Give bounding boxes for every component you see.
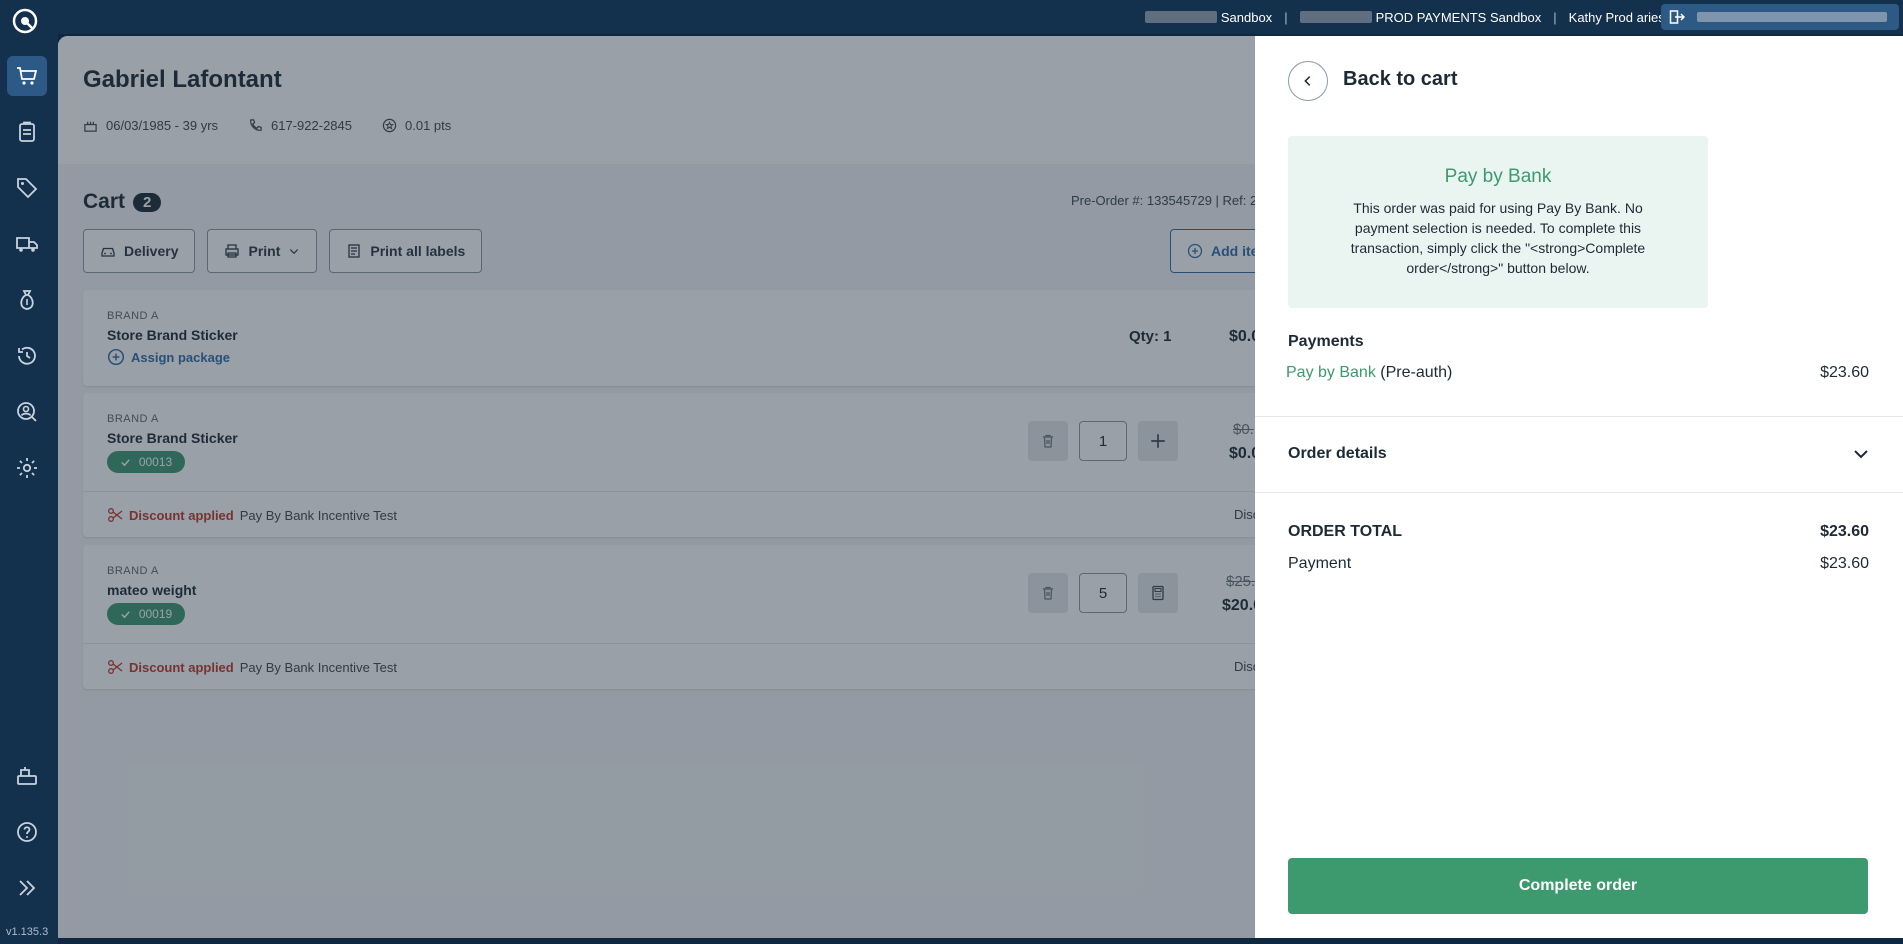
sidebar-item-customers[interactable] <box>7 392 47 432</box>
payment-total-value: $23.60 <box>1820 555 1869 572</box>
gear-icon <box>17 458 37 478</box>
sidebar-item-cart[interactable] <box>7 56 47 96</box>
sidebar-item-delivery[interactable] <box>7 224 47 264</box>
history-icon <box>18 346 36 365</box>
chevron-down-icon[interactable] <box>1851 444 1871 464</box>
sidebar-item-products[interactable] <box>7 168 47 208</box>
pay-by-bank-notice: Pay by Bank This order was paid for usin… <box>1288 136 1708 308</box>
payment-method: Pay by Bank <box>1286 364 1376 381</box>
redacted-text <box>1299 11 1372 23</box>
checkout-panel: Back to cart Pay by Bank This order was … <box>1255 36 1903 938</box>
crumb-separator: | <box>1553 9 1557 25</box>
tags-icon <box>17 178 38 199</box>
payment-method-suffix: (Pre-auth) <box>1380 364 1453 381</box>
order-total-label: ORDER TOTAL <box>1288 523 1403 540</box>
sidebar-nav: v1.135.3 <box>0 34 58 944</box>
sidebar-item-history[interactable] <box>7 336 47 376</box>
sidebar-item-settings[interactable] <box>7 448 47 488</box>
money-bag-icon <box>20 290 34 310</box>
logout-icon <box>1669 10 1685 24</box>
modal-backdrop[interactable] <box>58 36 1255 938</box>
crumb-location[interactable]: Kathy Prod aries 8 <box>1569 10 1676 25</box>
payment-line: Pay by Bank (Pre-auth) <box>1286 364 1452 382</box>
customer-search-icon <box>17 402 37 422</box>
redacted-text <box>1697 12 1887 22</box>
account-button[interactable] <box>1661 4 1899 30</box>
sidebar-item-cash[interactable] <box>7 280 47 320</box>
sidebar-item-orders[interactable] <box>7 112 47 152</box>
top-bar: Sandbox | PROD PAYMENTS Sandbox | Kathy … <box>0 0 1903 34</box>
order-total-value: $23.60 <box>1820 523 1869 540</box>
chevron-left-icon <box>1304 76 1311 86</box>
payments-heading: Payments <box>1288 333 1364 350</box>
redacted-text <box>1144 11 1217 23</box>
pay-by-bank-title: Pay by Bank <box>1444 166 1552 187</box>
crumb-sandbox[interactable]: Sandbox <box>1221 10 1272 25</box>
store-breadcrumb: Sandbox | PROD PAYMENTS Sandbox | Kathy … <box>1144 0 1703 34</box>
payment-total-label: Payment <box>1288 555 1352 572</box>
cash-register-icon <box>17 767 37 785</box>
section-divider <box>1255 416 1903 417</box>
sidebar-expand-button[interactable] <box>7 868 47 908</box>
payment-line-amount: $23.60 <box>1820 364 1869 381</box>
crumb-prod-payments[interactable]: PROD PAYMENTS Sandbox <box>1376 10 1542 25</box>
section-divider <box>1255 492 1903 493</box>
complete-order-button[interactable]: Complete order <box>1288 858 1868 914</box>
order-details-toggle[interactable]: Order details <box>1288 445 1387 463</box>
help-icon <box>17 822 37 842</box>
clipboard-icon <box>19 121 35 142</box>
sidebar-item-register[interactable] <box>7 756 47 796</box>
truck-icon <box>16 237 38 252</box>
back-to-cart-button[interactable] <box>1288 61 1328 101</box>
back-to-cart-title: Back to cart <box>1343 68 1458 90</box>
crumb-separator: | <box>1284 9 1288 25</box>
sidebar-item-help[interactable] <box>7 812 47 852</box>
app-version: v1.135.3 <box>6 926 49 938</box>
app-logo-icon <box>12 8 38 34</box>
double-chevron-right-icon <box>19 880 36 896</box>
pay-by-bank-message: This order was paid for using Pay By Ban… <box>1350 200 1646 276</box>
cart-icon <box>17 67 38 85</box>
